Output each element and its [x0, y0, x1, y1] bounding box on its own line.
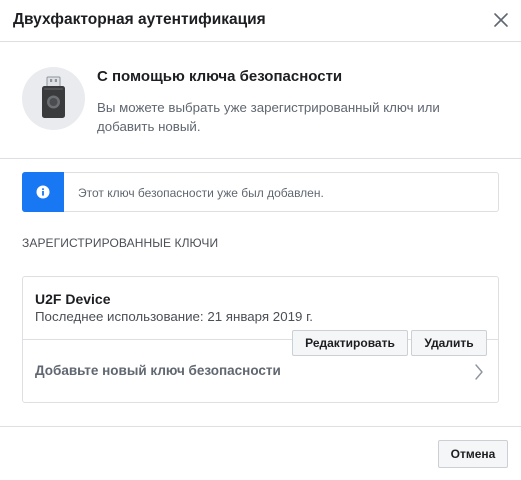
hero-title: С помощью ключа безопасности	[97, 68, 343, 85]
info-icon	[36, 185, 50, 199]
dialog-header: Двухфакторная аутентификация	[0, 0, 521, 42]
key-name: U2F Device	[35, 291, 111, 307]
key-last-used: Последнее использование: 21 января 2019 …	[35, 309, 313, 324]
notice-text: Этот ключ безопасности уже был добавлен.	[78, 186, 324, 200]
registered-keys-list: U2F Device Последнее использование: 21 я…	[22, 276, 499, 403]
chevron-right-icon	[475, 364, 483, 380]
delete-key-button[interactable]: Удалить	[411, 330, 487, 356]
security-key-illustration	[22, 67, 85, 130]
cancel-button[interactable]: Отмена	[438, 440, 508, 468]
registered-keys-heading: ЗАРЕГИСТРИРОВАННЫЕ КЛЮЧИ	[22, 236, 219, 250]
dialog-footer: Отмена	[0, 426, 521, 480]
hero-description: Вы можете выбрать уже зарегистрированный…	[97, 100, 440, 134]
info-notice: Этот ключ безопасности уже был добавлен.	[22, 172, 499, 212]
two-factor-dialog: Двухфакторная аутентификация С помощью к…	[0, 0, 521, 480]
close-button[interactable]	[491, 10, 511, 30]
dialog-title: Двухфакторная аутентификация	[13, 11, 266, 28]
close-icon	[494, 13, 508, 27]
hero-section: С помощью ключа безопасности Вы можете в…	[0, 43, 521, 159]
add-security-key-label: Добавьте новый ключ безопасности	[35, 363, 281, 378]
notice-strip	[22, 172, 64, 212]
edit-key-button[interactable]: Редактировать	[292, 330, 408, 356]
usb-key-icon	[42, 76, 65, 118]
